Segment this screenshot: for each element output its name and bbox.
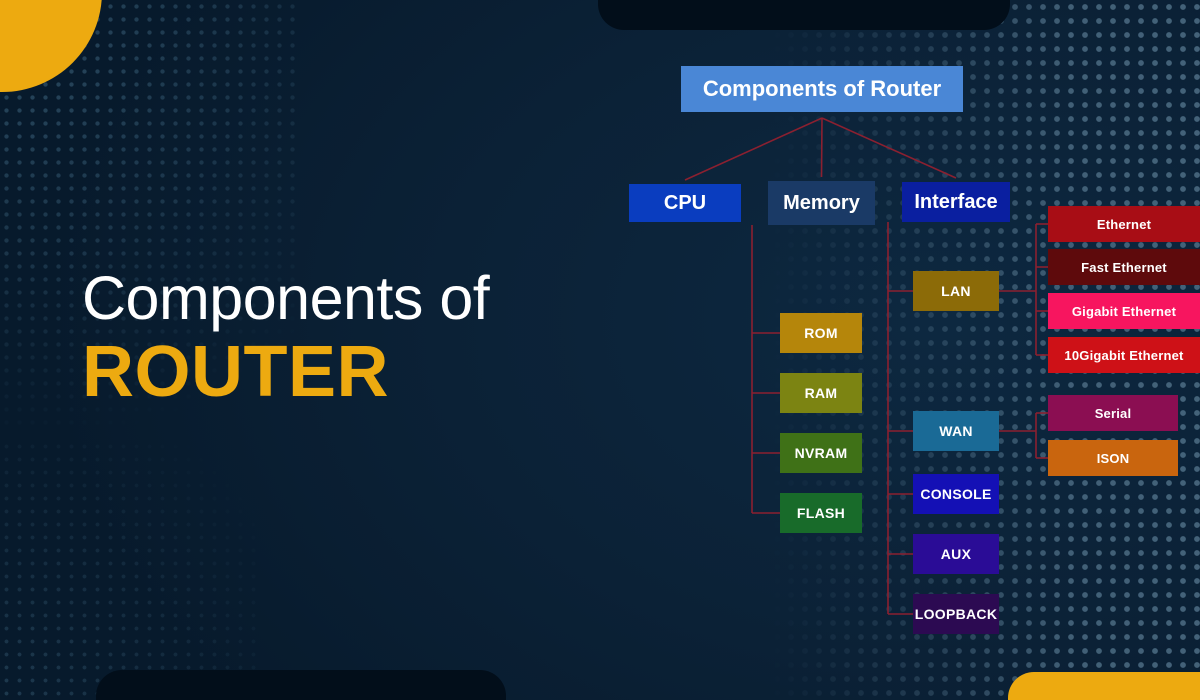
connector-lines bbox=[684, 117, 1048, 615]
node-label: AUX bbox=[940, 546, 972, 562]
node-loopback[interactable]: LOOPBACK bbox=[913, 594, 999, 634]
connector-root-to-interface bbox=[821, 117, 957, 179]
router-components-tree: Components of Router CPU Memory Interface RO… bbox=[0, 0, 1200, 700]
node-label: Components of Router bbox=[702, 76, 942, 101]
node-label: Memory bbox=[783, 192, 860, 214]
node-components-of-router[interactable]: Components of Router bbox=[681, 66, 963, 112]
node-gigabit-ethernet[interactable]: Gigabit Ethernet bbox=[1048, 293, 1200, 329]
node-label: Serial bbox=[1094, 405, 1132, 421]
node-label: NVRAM bbox=[794, 445, 848, 461]
node-label: Fast Ethernet bbox=[1081, 259, 1167, 275]
node-ison[interactable]: ISON bbox=[1048, 440, 1178, 476]
node-label: Ethernet bbox=[1096, 216, 1152, 232]
node-serial[interactable]: Serial bbox=[1048, 395, 1178, 431]
node-label: Gigabit Ethernet bbox=[1071, 303, 1177, 319]
node-memory[interactable]: Memory bbox=[768, 181, 875, 225]
node-label: CPU bbox=[663, 192, 707, 214]
node-nvram[interactable]: NVRAM bbox=[780, 433, 862, 473]
node-label: FLASH bbox=[796, 505, 846, 521]
node-label: LAN bbox=[941, 283, 971, 299]
node-label: CONSOLE bbox=[920, 486, 992, 502]
node-label: RAM bbox=[804, 385, 838, 401]
node-wan[interactable]: WAN bbox=[913, 411, 999, 451]
node-rom[interactable]: ROM bbox=[780, 313, 862, 353]
node-lan[interactable]: LAN bbox=[913, 271, 999, 311]
node-label: ISON bbox=[1096, 450, 1130, 466]
node-cpu[interactable]: CPU bbox=[629, 184, 741, 222]
node-ram[interactable]: RAM bbox=[780, 373, 862, 413]
connector-root-to-memory bbox=[820, 117, 823, 178]
node-flash[interactable]: FLASH bbox=[780, 493, 862, 533]
node-console[interactable]: CONSOLE bbox=[913, 474, 999, 514]
node-ethernet[interactable]: Ethernet bbox=[1048, 206, 1200, 242]
node-label: Interface bbox=[914, 191, 998, 213]
node-aux[interactable]: AUX bbox=[913, 534, 999, 574]
poster-canvas: Components of ROUTER Components of Route… bbox=[0, 0, 1200, 700]
node-interface[interactable]: Interface bbox=[902, 182, 1010, 222]
node-label: WAN bbox=[939, 423, 973, 439]
connector-root-to-cpu bbox=[684, 117, 823, 181]
node-label: ROM bbox=[804, 325, 838, 341]
node-fast-ethernet[interactable]: Fast Ethernet bbox=[1048, 249, 1200, 285]
node-10gigabit-ethernet[interactable]: 10Gigabit Ethernet bbox=[1048, 337, 1200, 373]
node-label: LOOPBACK bbox=[914, 606, 998, 622]
node-label: 10Gigabit Ethernet bbox=[1064, 347, 1184, 363]
